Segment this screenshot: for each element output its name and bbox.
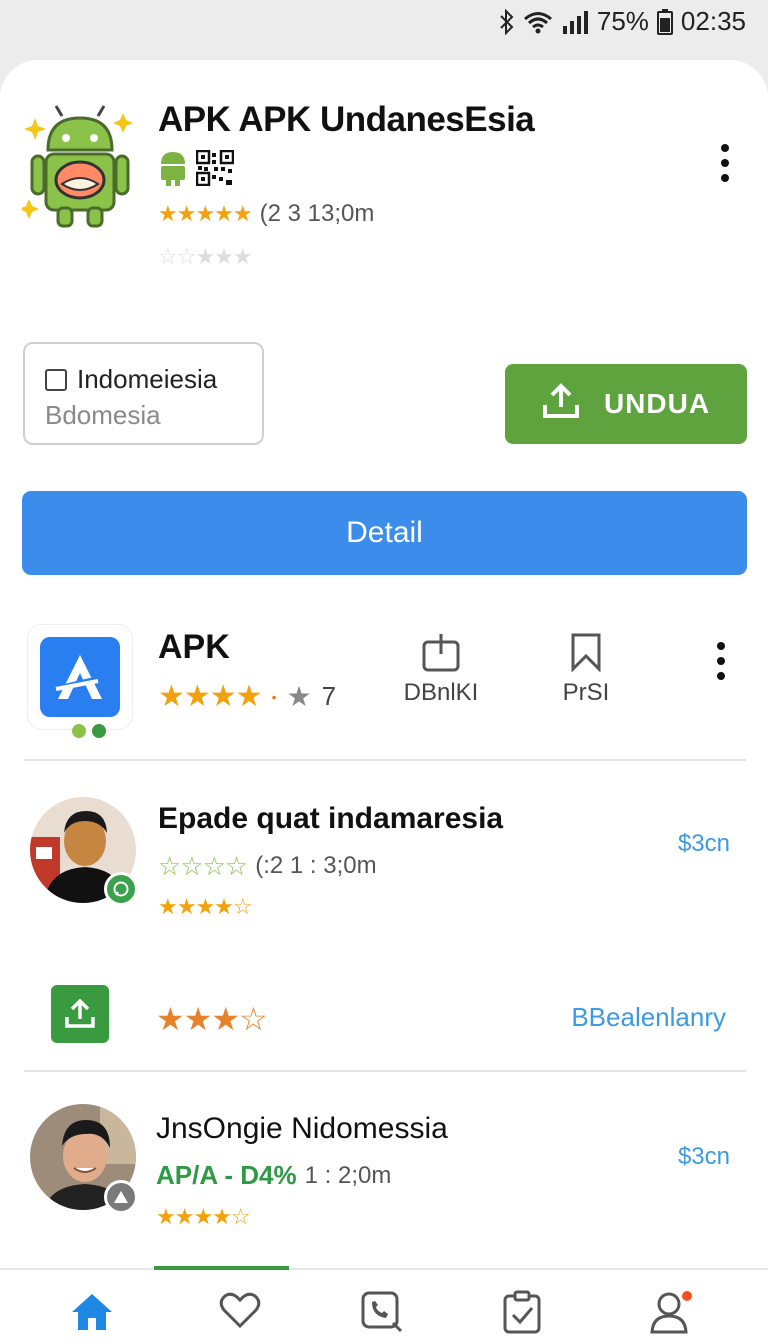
upload-icon: [542, 382, 580, 426]
save-action-label: PrSI: [562, 679, 610, 706]
battery-icon: [656, 8, 673, 35]
download-action[interactable]: DBnlKI: [392, 632, 490, 707]
more-options-icon[interactable]: [717, 144, 733, 182]
save-action[interactable]: PrSI: [548, 632, 624, 707]
upload-button[interactable]: [51, 985, 109, 1043]
download-action-label: DBnlKI: [403, 679, 479, 706]
upload-row-link[interactable]: BBealenlanry: [571, 1002, 726, 1033]
signal-icon: [561, 10, 589, 34]
apk-rating-count: 7: [321, 681, 337, 711]
item-rating-stars: ★★★★☆: [156, 1204, 251, 1229]
nav-favorites[interactable]: [210, 1290, 270, 1340]
app-rating-text: (2 3 13;0m: [259, 200, 375, 227]
phone-search-icon: [361, 1291, 403, 1333]
download-button-label: UNDUA: [603, 388, 711, 419]
heart-icon: [219, 1292, 261, 1329]
nav-active-indicator: [154, 1266, 289, 1270]
nav-profile[interactable]: [642, 1290, 702, 1340]
item-rating-outline-stars: ☆☆☆☆: [158, 851, 248, 881]
upload-icon: [65, 999, 95, 1028]
app-rating-stars-secondary: ☆☆★★★: [158, 244, 253, 269]
nav-contacts[interactable]: [352, 1290, 412, 1340]
item-meta: 1 : 2;0m: [304, 1161, 392, 1189]
clock: 02:35: [680, 6, 746, 36]
divider: [24, 759, 746, 761]
upload-row-stars: ★★★☆: [156, 1001, 268, 1037]
item-price[interactable]: $3cn: [678, 1143, 730, 1171]
item-title[interactable]: JnsOngie Nidomessia: [156, 1112, 448, 1146]
language-sub-label: Bdomesia: [45, 400, 161, 430]
nav-tasks[interactable]: [492, 1290, 552, 1340]
main-sheet: APK APK UndanesEsia ★★★★★ (2 3 13;0m ☆☆★…: [0, 60, 768, 1344]
profile-icon: [650, 1291, 692, 1334]
divider: [24, 1070, 746, 1072]
item-price[interactable]: $3cn: [678, 830, 730, 858]
bluetooth-icon: [499, 8, 515, 35]
apk-more-options-icon[interactable]: [713, 642, 729, 680]
item-title[interactable]: Epade quat indamaresia: [158, 802, 503, 836]
battery-percent: 75%: [596, 6, 649, 36]
item-rating-stars: ★★★★☆: [158, 894, 253, 919]
language-selector[interactable]: Indomeiesia Bdomesia: [23, 342, 264, 445]
download-box-icon: [422, 634, 460, 672]
qr-code-icon: [195, 149, 235, 191]
apk-rating-stars: ★★★★: [158, 679, 263, 713]
pagination-dots: [72, 724, 106, 738]
home-icon: [72, 1294, 112, 1330]
bottom-navigation: [0, 1266, 768, 1344]
language-checkbox[interactable]: [45, 368, 67, 391]
star-icon: ★: [286, 681, 312, 712]
language-label: Indomeiesia: [77, 364, 218, 394]
item-tag: AP/A - D4%: [156, 1160, 297, 1190]
apk-app-icon[interactable]: [28, 625, 132, 729]
app-rating-stars: ★★★★★: [158, 201, 253, 226]
status-bar: 75% 02:35: [0, 0, 768, 44]
detail-button[interactable]: Detail: [22, 491, 747, 575]
apk-title: APK: [158, 628, 230, 666]
clipboard-check-icon: [503, 1290, 541, 1334]
rating-marker: •: [271, 688, 277, 705]
chat-badge-icon: [104, 872, 138, 906]
android-app-icon: [19, 102, 140, 232]
warning-badge-icon: [104, 1180, 138, 1214]
nav-home[interactable]: [62, 1290, 122, 1340]
app-title: APK APK UndanesEsia: [158, 100, 535, 139]
item-meta: (:2 1 : 3;0m: [255, 852, 377, 879]
apk-logo-icon: [55, 655, 102, 699]
detail-button-label: Detail: [346, 516, 423, 549]
wifi-icon: [523, 10, 553, 34]
bookmark-icon: [571, 633, 601, 673]
download-button[interactable]: UNDUA: [505, 364, 747, 444]
android-small-icon: [158, 150, 188, 191]
